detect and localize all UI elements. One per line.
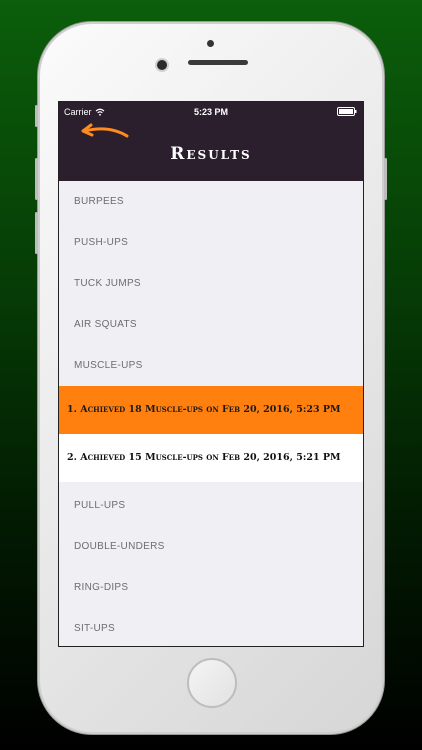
sensor-dot [207, 40, 214, 47]
front-camera [157, 60, 167, 70]
exercise-row-ring-dips[interactable]: RING-DIPS [59, 567, 363, 608]
exercise-row-push-ups[interactable]: PUSH-UPS [59, 222, 363, 263]
home-button[interactable] [187, 658, 237, 708]
power-button [384, 158, 387, 200]
mute-switch [35, 105, 38, 127]
volume-up-button [35, 158, 38, 200]
volume-down-button [35, 212, 38, 254]
exercise-row-muscle-ups[interactable]: MUSCLE-UPS [59, 345, 363, 386]
status-time: 5:23 PM [193, 107, 228, 117]
status-bar: Carrier 5:23 PM [59, 102, 363, 120]
exercise-row-pull-ups[interactable]: PULL-UPS [59, 485, 363, 526]
page-title: Results [170, 144, 252, 164]
exercise-row-air-squats[interactable]: AIR SQUATS [59, 304, 363, 345]
battery-icon [337, 107, 357, 116]
back-arrow-icon[interactable] [79, 123, 131, 141]
exercise-row-sit-ups[interactable]: SIT-UPS [59, 608, 363, 646]
result-row-2[interactable]: 2. Achieved 15 Muscle-ups on Feb 20, 201… [59, 434, 363, 482]
navigation-bar: Carrier 5:23 PM Results [59, 102, 363, 181]
exercise-row-tuck-jumps[interactable]: TUCK JUMPS [59, 263, 363, 304]
earpiece-speaker [188, 60, 248, 65]
exercise-row-burpees[interactable]: BURPEES [59, 181, 363, 222]
result-row-1[interactable]: 1. Achieved 18 Muscle-ups on Feb 20, 201… [59, 386, 363, 434]
app-screen: Carrier 5:23 PM Results BURPEES PUSH-UPS… [58, 101, 364, 647]
exercise-list: BURPEES PUSH-UPS TUCK JUMPS AIR SQUATS M… [59, 181, 363, 646]
exercise-row-double-unders[interactable]: DOUBLE-UNDERS [59, 526, 363, 567]
